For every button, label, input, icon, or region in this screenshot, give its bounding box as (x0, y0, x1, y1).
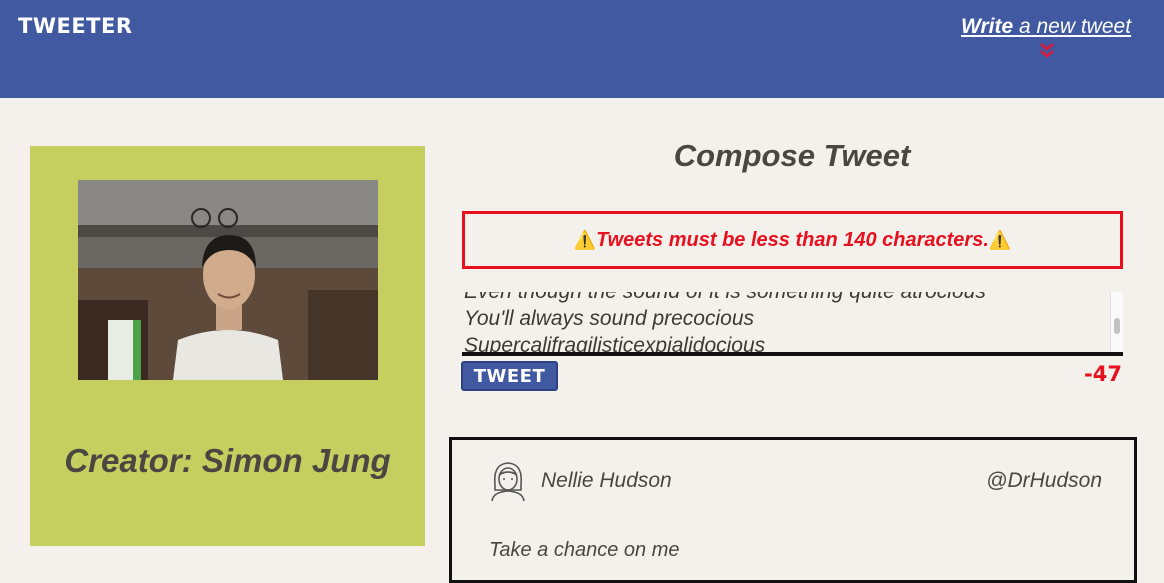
textarea-line: Supercalifragilisticexpialidocious (464, 334, 766, 356)
brand-logo[interactable]: TWEETER (18, 14, 133, 38)
compose-title: Compose Tweet (673, 138, 911, 173)
creator-label: Creator: Simon Jung (64, 442, 391, 479)
scrollbar-thumb[interactable] (1114, 318, 1120, 334)
tweet-author-name: Nellie Hudson (541, 469, 672, 492)
write-new-tweet-link[interactable]: Write a new tweet (961, 15, 1131, 39)
textarea-line: Even though the sound of it is something… (464, 292, 986, 305)
write-link-strong: Write (961, 15, 1014, 38)
error-message-box: ⚠️ Tweets must be less than 140 characte… (462, 211, 1123, 269)
double-chevron-down-icon[interactable] (1039, 41, 1055, 61)
creator-photo (78, 180, 378, 380)
textarea-scrollbar[interactable] (1110, 292, 1123, 352)
write-link-rest: a new tweet (1013, 15, 1132, 38)
character-counter: -47 (1084, 362, 1122, 386)
textarea-line: You'll always sound precocious (464, 307, 755, 330)
warning-icon: ⚠️ (988, 229, 1012, 250)
top-nav-bar: TWEETER Write a new tweet (0, 0, 1164, 98)
user-avatar-icon (491, 462, 525, 502)
tweet-textarea-content: Even though the sound of it is something… (464, 292, 986, 356)
tweet-submit-button[interactable]: TWEET (461, 361, 558, 391)
tweet-textarea[interactable]: Even though the sound of it is something… (462, 292, 1123, 356)
tweet-author-handle: @DrHudson (986, 469, 1102, 492)
tweet-body: Take a chance on me (489, 539, 680, 561)
error-message-text: Tweets must be less than 140 characters. (596, 228, 989, 251)
warning-icon: ⚠️ (573, 229, 597, 250)
profile-card: Creator: Simon Jung (30, 146, 425, 546)
tweet-card: Nellie Hudson @DrHudson Take a chance on… (449, 437, 1137, 583)
